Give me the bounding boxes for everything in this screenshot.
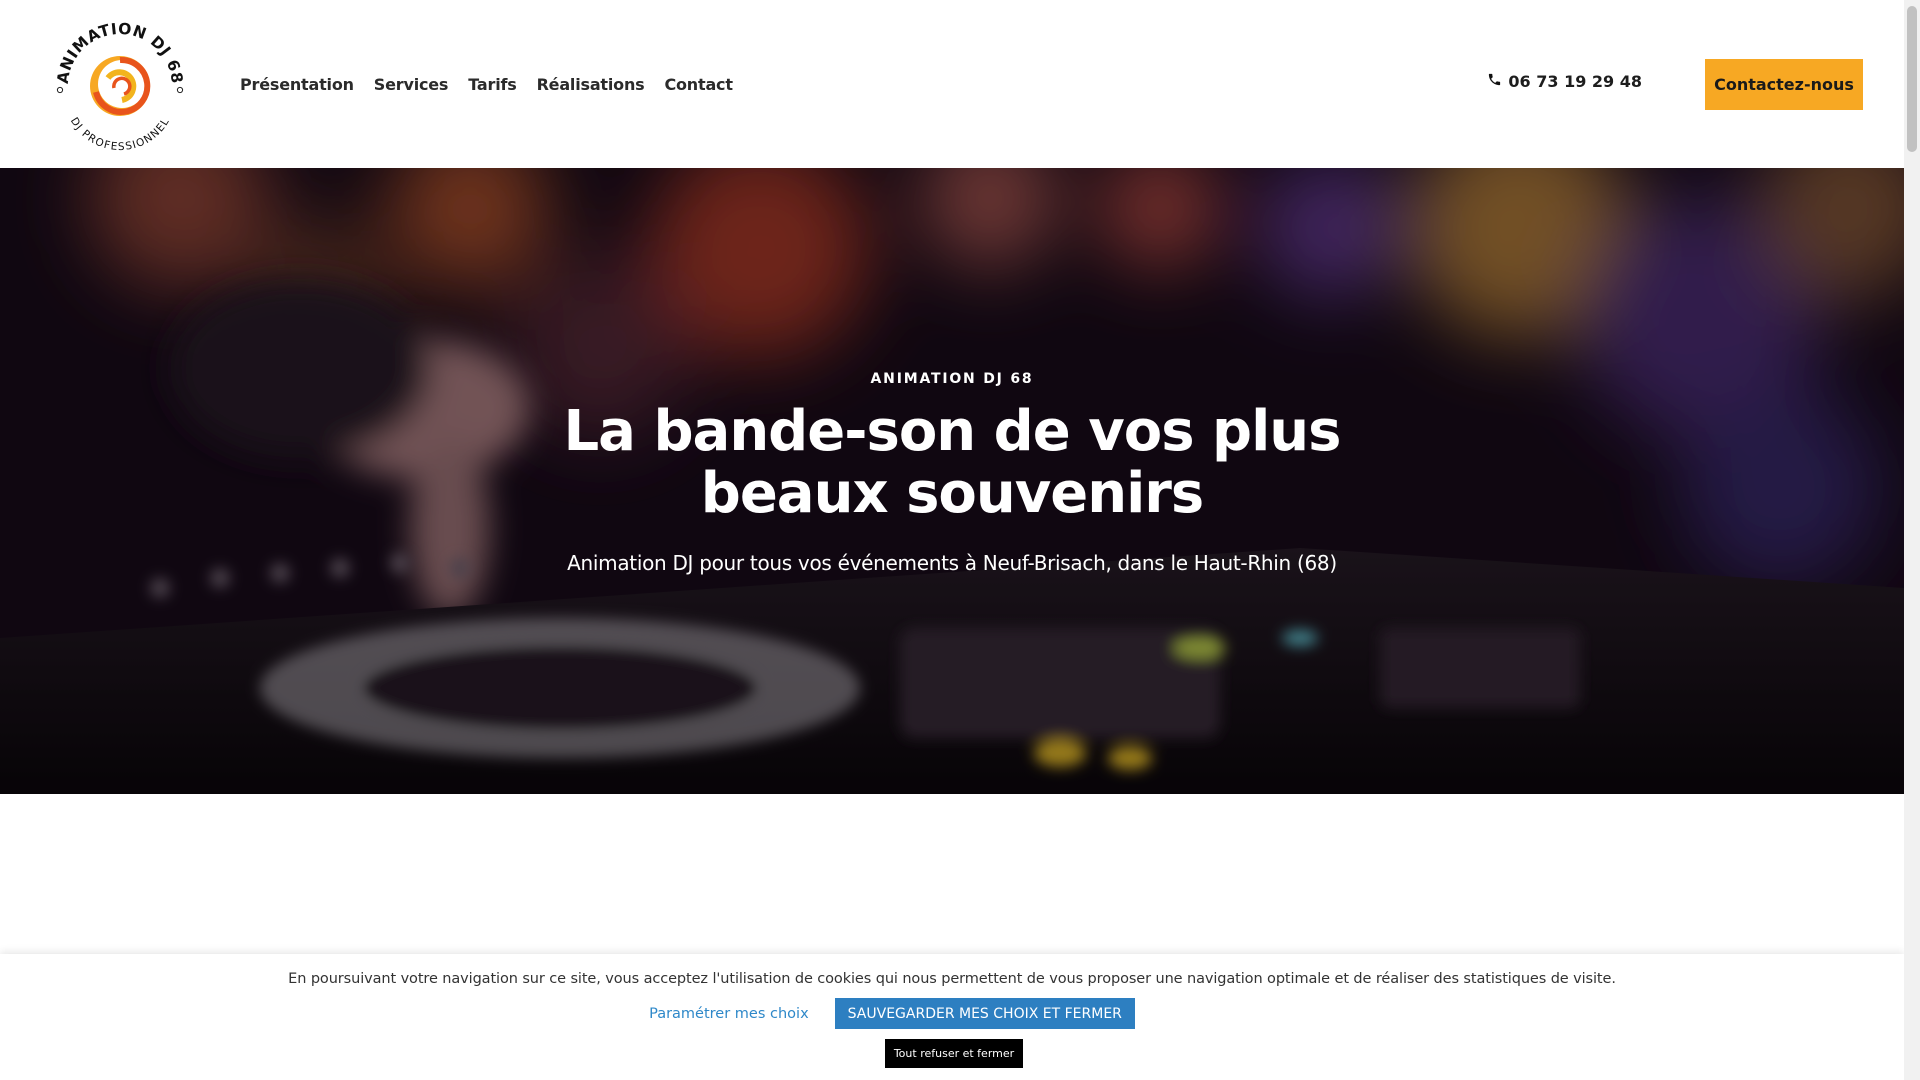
nav-item-realisations[interactable]: Réalisations bbox=[537, 75, 645, 94]
nav-item-services[interactable]: Services bbox=[374, 75, 449, 94]
nav-item-tarifs[interactable]: Tarifs bbox=[468, 75, 517, 94]
hero-section: ANIMATION DJ 68 La bande-son de vos plus… bbox=[0, 168, 1904, 794]
cookie-banner: En poursuivant votre navigation sur ce s… bbox=[0, 954, 1904, 1080]
hero-title: La bande-son de vos plus beaux souvenirs bbox=[563, 399, 1341, 526]
phone-number: 06 73 19 29 48 bbox=[1508, 72, 1642, 91]
cookie-refuse-button[interactable]: Tout refuser et fermer bbox=[885, 1039, 1023, 1068]
phone-link[interactable]: 06 73 19 29 48 bbox=[1487, 72, 1642, 91]
swirl-icon bbox=[90, 56, 151, 116]
cookie-save-button[interactable]: SAUVEGARDER MES CHOIX ET FERMER bbox=[834, 998, 1135, 1029]
nav-item-contact[interactable]: Contact bbox=[664, 75, 733, 94]
cookie-actions: Paramétrer mes choix SAUVEGARDER MES CHO… bbox=[0, 998, 1904, 1029]
site-logo[interactable]: ANIMATION DJ 68 DJ PROFESSIONNEL bbox=[50, 14, 190, 154]
svg-text:DJ PROFESSIONNEL: DJ PROFESSIONNEL bbox=[68, 115, 172, 153]
cookie-settings-link[interactable]: Paramétrer mes choix bbox=[649, 1006, 809, 1022]
nav-item-presentation[interactable]: Présentation bbox=[240, 75, 354, 94]
phone-icon bbox=[1487, 72, 1502, 91]
hero-eyebrow: ANIMATION DJ 68 bbox=[870, 371, 1034, 387]
logo-graphic: ANIMATION DJ 68 DJ PROFESSIONNEL bbox=[54, 20, 186, 153]
hero-content: ANIMATION DJ 68 La bande-son de vos plus… bbox=[0, 168, 1904, 794]
page-scrollbar[interactable] bbox=[1904, 0, 1920, 1080]
scrollbar-thumb[interactable] bbox=[1907, 6, 1917, 152]
cookie-message: En poursuivant votre navigation sur ce s… bbox=[288, 971, 1616, 987]
logo-subtitle-text: DJ PROFESSIONNEL bbox=[68, 115, 171, 153]
hero-subtitle: Animation DJ pour tous vos événements à … bbox=[567, 551, 1337, 575]
main-nav: Présentation Services Tarifs Réalisation… bbox=[240, 0, 733, 168]
site-header: ANIMATION DJ 68 DJ PROFESSIONNEL Présent… bbox=[0, 0, 1904, 168]
contact-us-button[interactable]: Contactez-nous bbox=[1705, 59, 1863, 110]
